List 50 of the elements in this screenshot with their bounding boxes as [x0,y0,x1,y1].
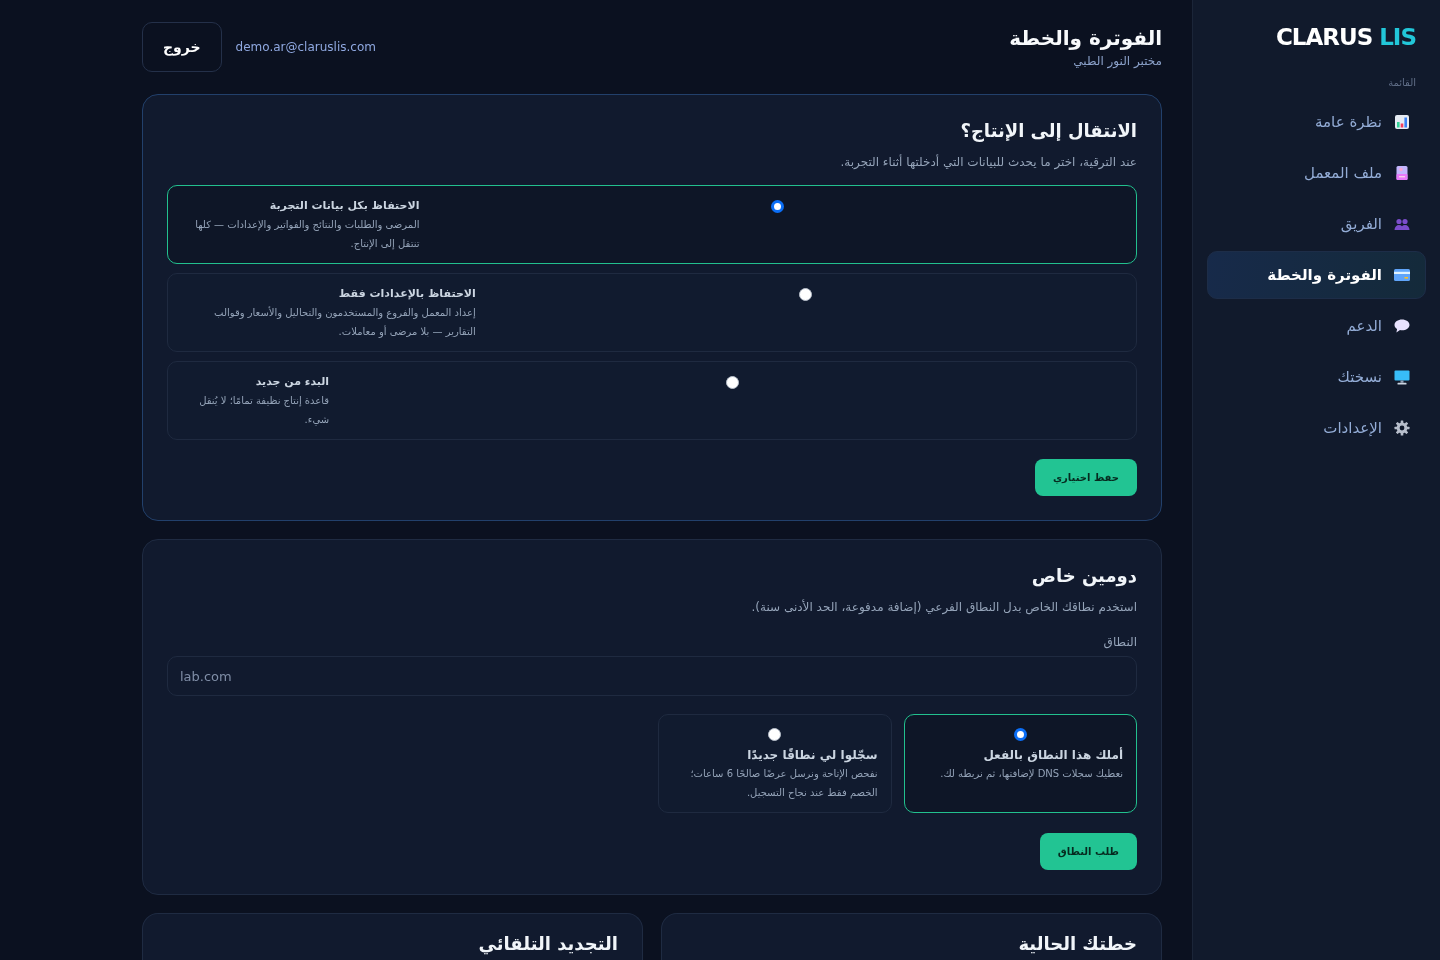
option-description: نعطيك سجلات DNS لإضافتها، ثم نربطه لك. [939,767,1123,782]
option-description: إعداد المعمل والفروع والمستخدمون والتحاليل والأسعار وقوالب التقارير — بلا مرضى أو معاملات. [213,305,476,340]
option-description: نفحص الإتاحة ونرسل عرضًا صالحًا 6 ساعات؛ الخصم فقط عند نجاح التسجيل. [689,767,878,801]
people-icon [1394,216,1410,232]
option-title: سجّلوا لي نطاقًا جديدًا [746,747,878,763]
bar-chart-icon [1394,114,1410,130]
section-label: القائمة [1387,76,1416,90]
nav-item[interactable]: ملف المعمل [1207,149,1426,197]
radio-button[interactable] [799,288,813,301]
nav-item[interactable]: الإعدادات [1207,404,1426,452]
nav-item[interactable]: الفريق [1207,200,1426,248]
radio-button[interactable] [768,728,782,741]
option-description: قاعدة إنتاج نظيفة تمامًا؛ لا يُنقل شيء. [198,394,330,428]
nav-item[interactable]: الدعم [1207,302,1426,350]
page-subtitle: مختبر النور الطبي [1072,53,1162,69]
option-card[interactable]: سجّلوا لي نطاقًا جديدًا نفحص الإتاحة ونرسل عرضًا صالحًا 6 ساعات؛ الخصم فقط عند نجاح التسجيل. [658,714,892,813]
save-button[interactable]: حفظ اختياري [1034,459,1137,496]
card-title: التجديد التلقائي [477,932,618,956]
card-description: استخدم نطاقك الخاص بدل النطاق الفرعي (إضافة مدفوعة، الحد الأدنى سنة). [750,598,1137,616]
radio-button[interactable] [1013,728,1027,741]
option-title: أملك هذا النطاق بالفعل [982,747,1123,763]
settings-icon [1394,420,1410,436]
radio-button[interactable] [771,200,785,213]
option-card[interactable]: البدء من جديد قاعدة إنتاج نظيفة تمامًا؛ لا يُنقل شيء. [167,361,1137,440]
speech-bubble-icon [1394,319,1410,333]
page-title: الفوترة والخطة [1009,25,1162,51]
domain-input[interactable]: lab.com [167,656,1137,696]
card-title: دومين خاص [1030,564,1137,588]
card-description: عند الترقية، اختر ما يحدث للبيانات التي أدخلتها أثناء التجربة. [839,153,1137,171]
nav-item[interactable]: نظرة عامة [1207,98,1426,146]
request-button[interactable]: طلب النطاق [1039,833,1137,870]
radio-button[interactable] [726,376,740,389]
option-card[interactable]: الاحتفاظ بالإعدادات فقط إعداد المعمل والفروع والمستخدمون والتحاليل والأسعار وقوالب التقارير — بلا مرضى أو معاملات. [167,273,1137,352]
card-title: خطتك الحالية [1017,932,1137,956]
nav-item[interactable]: الفوترة والخطة [1207,251,1426,299]
option-card[interactable]: الاحتفاظ بكل بيانات التجربة المرضى والطلبات والنتائج والفواتير والإعدادات — كلها تنتقل إلى الإنتاج. [167,185,1137,264]
nav-item[interactable]: نسختك [1207,353,1426,401]
user-email: demo.ar@claruslis.com [235,40,376,54]
card-title: الانتقال إلى الإنتاج؟ [959,119,1137,143]
option-title: البدء من جديد [254,374,330,389]
document-icon [1394,165,1410,181]
logout-button[interactable]: خروج [142,22,222,72]
credit-card-icon [1394,269,1410,281]
field-label: النطاق [1102,634,1137,650]
monitor-icon [1394,369,1410,385]
option-title: الاحتفاظ بكل بيانات التجربة [268,198,420,213]
option-card[interactable]: أملك هذا النطاق بالفعل نعطيك سجلات DNS لإضافتها، ثم نربطه لك. [903,714,1137,813]
option-title: الاحتفاظ بالإعدادات فقط [337,286,476,301]
logo: CLARUS LIS [1275,23,1416,52]
option-description: المرضى والطلبات والنتائج والفواتير والإعدادات — كلها تنتقل إلى الإنتاج. [194,218,420,252]
